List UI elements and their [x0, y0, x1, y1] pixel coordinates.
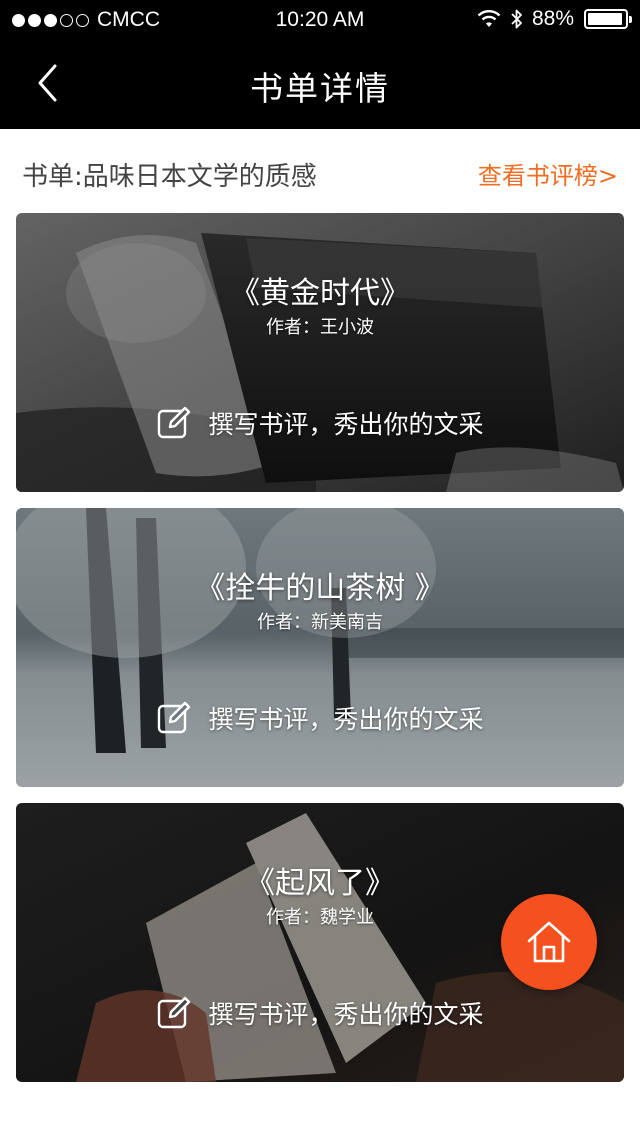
booklist-header: 书单:品味日本文学的质感 查看书评榜> — [0, 129, 640, 213]
booklist-title: 书单:品味日本文学的质感 — [22, 162, 317, 192]
book-author: 作者：新美南吉 — [257, 612, 383, 633]
book-title: 《黄金时代》 — [230, 276, 410, 311]
book-title: 《拴牛的山茶树 》 — [195, 571, 445, 606]
write-review-label: 撰写书评，秀出你的文采 — [208, 705, 484, 734]
write-review-button[interactable]: 撰写书评，秀出你的文采 — [16, 700, 624, 736]
home-icon — [527, 921, 571, 963]
edit-icon — [158, 406, 191, 439]
write-review-label: 撰写书评，秀出你的文采 — [208, 1000, 484, 1029]
battery-percent: 88% — [531, 7, 574, 30]
home-fab-button[interactable] — [501, 894, 597, 990]
status-bar: CMCC 10:20 AM 88% — [0, 0, 640, 40]
write-review-button[interactable]: 撰写书评，秀出你的文采 — [16, 995, 624, 1031]
view-review-ranking-link[interactable]: 查看书评榜> — [478, 156, 618, 191]
image-overlay — [16, 508, 624, 787]
book-author: 作者：王小波 — [266, 317, 374, 338]
wifi-icon — [477, 10, 501, 27]
book-card[interactable]: 《拴牛的山茶树 》 作者：新美南吉 撰写书评，秀出你的文采 — [16, 508, 624, 787]
status-right: 88% — [476, 7, 632, 31]
page-title: 书单详情 — [250, 69, 390, 108]
bluetooth-icon — [511, 9, 522, 29]
edit-icon — [158, 996, 191, 1029]
book-card[interactable]: 《黄金时代》 作者：王小波 撰写书评，秀出你的文采 — [16, 213, 624, 492]
edit-icon — [158, 701, 191, 734]
book-title: 《起风了》 — [245, 866, 395, 901]
image-overlay — [16, 213, 624, 492]
nav-bar: 书单详情 — [0, 40, 640, 129]
write-review-label: 撰写书评，秀出你的文采 — [208, 410, 484, 439]
battery-icon — [584, 9, 632, 29]
write-review-button[interactable]: 撰写书评，秀出你的文采 — [16, 405, 624, 441]
